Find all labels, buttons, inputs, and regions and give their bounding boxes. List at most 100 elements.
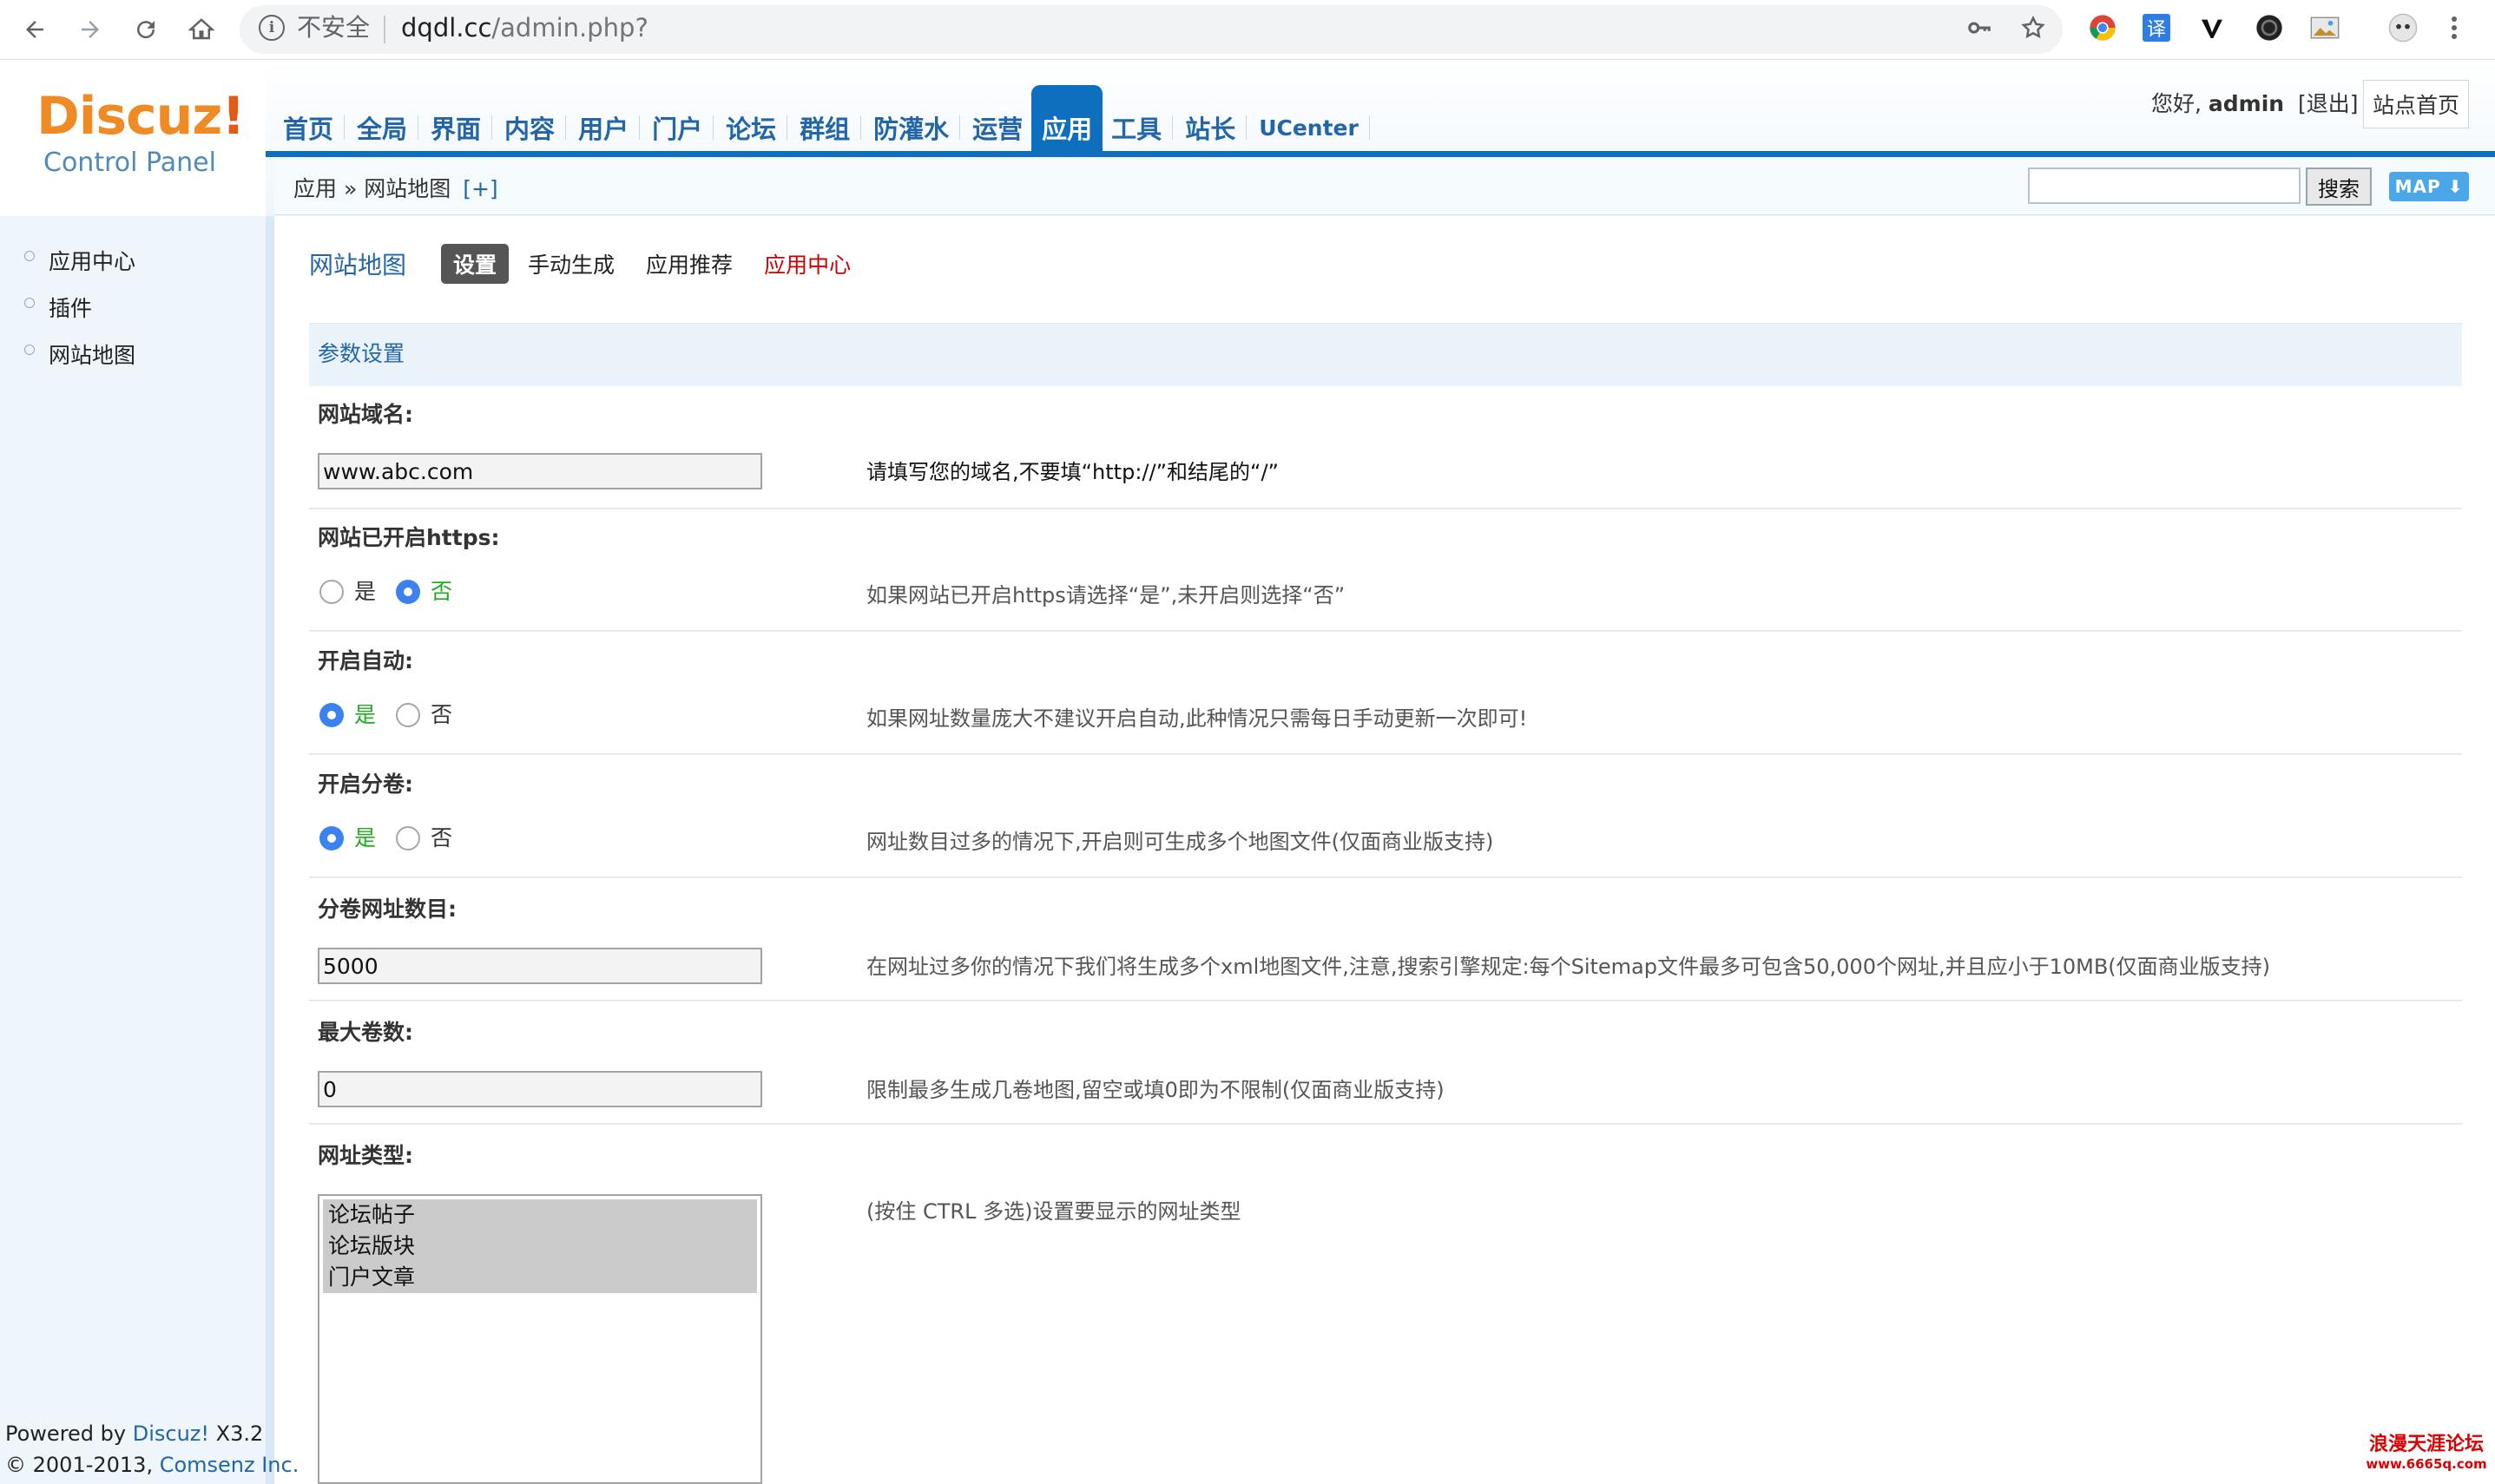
domain-tip: 请填写您的域名,不要填“http://”和结尾的“/”	[866, 460, 1279, 484]
vimeo-icon[interactable]	[2195, 10, 2229, 45]
tab-app-recommend[interactable]: 应用推荐	[646, 245, 733, 283]
back-icon[interactable]	[16, 10, 54, 49]
nav-app-active[interactable]: 应用	[1031, 85, 1103, 151]
sidebar-item-app-center[interactable]: 应用中心	[24, 243, 135, 278]
url-path: /admin.php?	[491, 13, 648, 43]
logout-link[interactable]: [退出]	[2298, 91, 2359, 116]
chrome-extension-icon[interactable]	[2085, 10, 2120, 45]
key-icon[interactable]	[1962, 10, 1997, 45]
nav-content[interactable]: 内容	[496, 85, 569, 151]
nav-separator	[491, 115, 493, 140]
nav-separator	[1172, 115, 1174, 140]
logo-subtitle: Control Panel	[43, 148, 216, 178]
watermark: 浪漫天涯论坛 www.6665q.com	[2361, 1434, 2492, 1472]
https-yes-radio[interactable]	[319, 580, 344, 604]
forward-icon[interactable]	[71, 10, 109, 49]
nav-separator	[1246, 115, 1248, 140]
row-divider	[309, 1000, 2462, 1001]
nav-label: 应用	[1042, 115, 1093, 144]
sidebar-item-plugins[interactable]: 插件	[24, 290, 92, 325]
row-divider	[309, 630, 2462, 632]
copyright: © 2001-2013, Comsenz Inc.	[5, 1449, 299, 1481]
url-text[interactable]: dqdl.cc/admin.php?	[401, 10, 648, 45]
site-home-button[interactable]: 站点首页	[2363, 80, 2469, 128]
translate-icon[interactable]: 译	[2141, 10, 2172, 45]
url-type-option[interactable]: 论坛帖子	[323, 1199, 757, 1231]
image-extension-icon[interactable]	[2307, 10, 2342, 45]
nav-group[interactable]: 群组	[791, 85, 865, 151]
auto-yes-radio[interactable]	[319, 703, 344, 727]
home-icon[interactable]	[182, 10, 221, 49]
discuz-logo[interactable]: Discuz!	[36, 85, 246, 148]
nav-operation[interactable]: 运营	[964, 85, 1031, 151]
add-shortcut-link[interactable]: [+]	[463, 176, 497, 201]
nav-label: 门户	[652, 115, 703, 144]
split-count-label: 分卷网址数目:	[318, 896, 457, 922]
discuz-link[interactable]: Discuz!	[133, 1422, 209, 1446]
menu-dots-icon[interactable]	[2441, 10, 2467, 45]
sidebar	[0, 216, 266, 1484]
bullet-icon	[24, 298, 35, 308]
https-no-radio[interactable]	[396, 580, 420, 604]
url-type-option[interactable]: 论坛版块	[323, 1231, 757, 1262]
breadcrumb: 应用 » 网站地图 [+]	[293, 174, 498, 205]
nav-user[interactable]: 用户	[569, 85, 643, 151]
info-icon[interactable]: i	[259, 15, 285, 41]
bookmark-star-icon[interactable]	[2016, 10, 2051, 45]
auto-label: 开启自动:	[318, 648, 413, 673]
auto-no-label[interactable]: 否	[431, 699, 452, 731]
sidebar-item-sitemap[interactable]: 网站地图	[24, 337, 135, 371]
https-tip: 如果网站已开启https请选择“是”,未开启则选择“否”	[866, 583, 1346, 607]
page-title: 网站地图	[309, 251, 407, 279]
breadcrumb-text: 应用 » 网站地图	[293, 176, 451, 201]
url-types-tip: (按住 CTRL 多选)设置要显示的网址类型	[866, 1199, 1241, 1224]
profile-avatar-icon[interactable]	[2386, 10, 2420, 45]
nav-style[interactable]: 界面	[422, 85, 496, 151]
nav-ucenter[interactable]: UCenter	[1250, 85, 1373, 151]
section-header	[309, 323, 2462, 386]
tab-settings[interactable]: 设置	[441, 244, 510, 284]
username: admin	[2208, 91, 2285, 116]
comsenz-link[interactable]: Comsenz Inc.	[160, 1453, 300, 1477]
split-yes-radio[interactable]	[319, 826, 344, 850]
nav-global[interactable]: 全局	[348, 85, 422, 151]
nav-label: 全局	[357, 115, 408, 144]
nav-antispam[interactable]: 防灌水	[865, 85, 964, 151]
nav-portal[interactable]: 门户	[643, 85, 717, 151]
search-input[interactable]	[2028, 167, 2301, 204]
lens-extension-icon[interactable]	[2252, 10, 2287, 45]
sidebar-edge	[266, 216, 274, 1484]
page-tabs: 网站地图 设置 手动生成 应用推荐 应用中心	[309, 244, 882, 284]
nav-tools[interactable]: 工具	[1103, 85, 1176, 151]
nav-home[interactable]: 首页	[274, 85, 348, 151]
split-count-input[interactable]	[318, 948, 762, 984]
browser-toolbar: i 不安全 dqdl.cc/admin.php? 译	[0, 0, 2495, 60]
nav-forum[interactable]: 论坛	[717, 85, 791, 151]
url-types-select[interactable]: 论坛帖子 论坛版块 门户文章	[318, 1194, 762, 1484]
map-button[interactable]: MAP ⬇	[2389, 172, 2469, 201]
nav-founder[interactable]: 站长	[1176, 85, 1250, 151]
auto-no-radio[interactable]	[396, 703, 420, 727]
split-no-label[interactable]: 否	[431, 823, 452, 854]
max-volumes-input[interactable]	[318, 1071, 762, 1107]
https-no-label[interactable]: 否	[431, 576, 452, 607]
reload-icon[interactable]	[127, 10, 165, 49]
https-yes-label[interactable]: 是	[354, 576, 376, 607]
nav-separator	[639, 115, 641, 140]
row-divider	[309, 877, 2462, 878]
tab-app-center[interactable]: 应用中心	[764, 245, 851, 283]
nav-separator	[1368, 115, 1370, 140]
user-greeting: 您好, admin [退出]	[2151, 89, 2359, 120]
tab-manual-generate[interactable]: 手动生成	[528, 245, 615, 283]
split-label: 开启分卷:	[318, 772, 413, 797]
sidebar-item-label: 插件	[49, 296, 93, 321]
split-tip: 网址数目过多的情况下,开启则可生成多个地图文件(仅面商业版支持)	[866, 830, 1494, 854]
auto-yes-label[interactable]: 是	[354, 699, 376, 731]
split-yes-label[interactable]: 是	[354, 823, 376, 854]
domain-input[interactable]	[318, 453, 762, 489]
search-button[interactable]: 搜索	[2306, 167, 2372, 206]
url-type-option[interactable]: 门户文章	[323, 1262, 757, 1293]
nav-label: 运营	[972, 115, 1024, 144]
bullet-icon	[24, 251, 35, 261]
split-no-radio[interactable]	[396, 826, 420, 850]
